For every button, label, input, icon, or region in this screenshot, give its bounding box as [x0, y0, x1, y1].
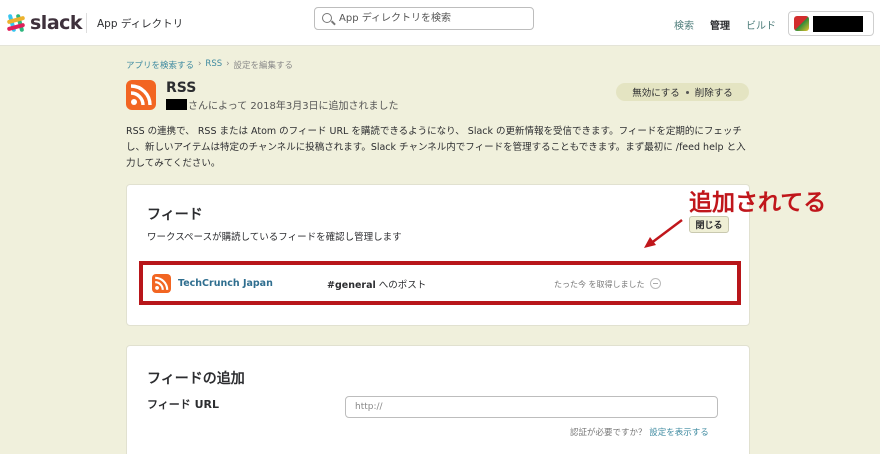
disable-button[interactable]: 無効にする [632, 85, 680, 99]
nav-search[interactable]: 検索 [674, 17, 694, 32]
search-icon [322, 13, 332, 23]
logo-text: slack [30, 12, 83, 34]
feed-channel: #general へのポスト [327, 277, 426, 291]
breadcrumb-separator: › [198, 59, 202, 69]
feed-url-input[interactable] [345, 396, 718, 418]
remove-button[interactable]: 削除する [695, 85, 733, 99]
search-box[interactable] [314, 7, 534, 30]
separator-dot [685, 90, 689, 94]
auth-hint: 認証が必要ですか？ 設定を表示する [570, 426, 709, 438]
feed-name-link[interactable]: TechCrunch Japan [178, 278, 273, 289]
channel-name: #general [327, 280, 376, 291]
feeds-subtitle: ワークスペースが購読しているフィードを確認し管理します [147, 232, 402, 243]
feed-row[interactable]: TechCrunch Japan #general へのポスト たった今 を取得… [139, 261, 741, 305]
workspace-switcher[interactable] [788, 11, 874, 36]
top-bar: slack App ディレクトリ 検索 管理 ビルド [0, 0, 880, 46]
nav-manage[interactable]: 管理 [710, 17, 730, 32]
breadcrumb-search-apps[interactable]: アプリを検索する [126, 59, 194, 71]
search-input[interactable] [339, 11, 529, 26]
auth-question: 認証が必要ですか？ [570, 428, 647, 438]
workspace-logo-icon [794, 16, 809, 31]
breadcrumb-edit-settings: 設定を編集する [233, 61, 294, 71]
header-divider [86, 13, 87, 33]
feed-status: たった今 を取得しました [554, 280, 645, 289]
redacted-user [166, 99, 187, 110]
breadcrumb-rss[interactable]: RSS [205, 59, 222, 71]
annotation-arrow-icon [644, 219, 683, 248]
added-by-label: さんによって 2018年3月3日に追加されました [188, 101, 399, 112]
feeds-card: フィード ワークスペースが購読しているフィードを確認し管理します 閉じる Tec… [126, 184, 750, 326]
added-by-text: さんによって 2018年3月3日に追加されました [166, 97, 399, 112]
channel-suffix: へのポスト [375, 280, 427, 291]
app-directory-link[interactable]: App ディレクトリ [97, 16, 183, 31]
workspace-name-redacted [813, 16, 863, 32]
add-feed-card: フィードの追加 フィード URL 認証が必要ですか？ 設定を表示する [126, 345, 750, 454]
feed-url-label: フィード URL [147, 398, 220, 411]
app-title: RSS [166, 80, 197, 96]
app-description: RSS の連携で、 RSS または Atom のフィード URL を購読できるよ… [126, 126, 746, 169]
annotation-label: 追加されてる [689, 190, 827, 216]
show-settings-link[interactable]: 設定を表示する [649, 428, 709, 438]
app-actions: 無効にする 削除する [616, 83, 749, 101]
close-button[interactable]: 閉じる [689, 216, 729, 233]
breadcrumb-separator: › [226, 59, 230, 69]
rss-app-icon [126, 80, 156, 110]
rss-feed-icon [152, 274, 171, 293]
add-feed-title: フィードの追加 [147, 371, 245, 387]
feeds-title: フィード [147, 207, 203, 223]
slack-logo[interactable]: slack [6, 12, 83, 34]
breadcrumb: アプリを検索する › RSS › 設定を編集する [126, 59, 293, 71]
remove-feed-icon[interactable] [650, 278, 661, 289]
nav-build[interactable]: ビルド [746, 17, 776, 32]
slack-hash-icon [6, 13, 26, 33]
